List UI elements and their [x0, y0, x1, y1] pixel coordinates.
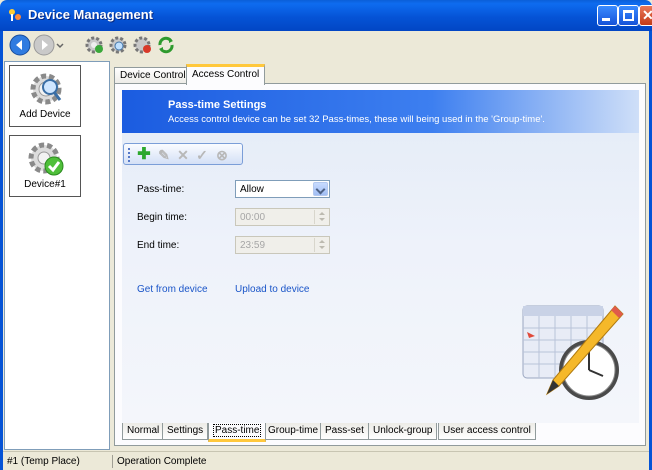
tab-normal[interactable]: Normal — [122, 423, 165, 440]
refresh-icon[interactable] — [155, 34, 177, 56]
pass-time-value: Allow — [240, 184, 264, 195]
title-bar: Device Management ✕ — [0, 0, 652, 31]
tab-group-time[interactable]: Group-time — [263, 423, 324, 440]
begin-time-spinner[interactable] — [314, 210, 328, 224]
get-from-device-link[interactable]: Get from device — [137, 284, 208, 295]
begin-time-input[interactable]: 00:00 — [235, 208, 330, 226]
window-title: Device Management — [28, 7, 153, 22]
forward-arrow-icon[interactable] — [33, 34, 55, 56]
window-frame-left — [0, 31, 3, 470]
tab-pass-time[interactable]: Pass-time — [208, 423, 267, 442]
begin-time-value: 00:00 — [240, 212, 266, 223]
end-time-label: End time: — [137, 240, 180, 251]
add-device-label: Add Device — [19, 109, 71, 120]
section-header: Pass-time Settings Access control device… — [122, 90, 639, 133]
calendar-clock-icon — [522, 305, 624, 400]
close-icon: ✕ — [642, 7, 652, 23]
maximize-button[interactable] — [618, 5, 639, 26]
tab-user-access-control[interactable]: User access control — [438, 423, 536, 440]
minimize-icon — [602, 18, 610, 21]
toolbar-grip — [128, 148, 130, 162]
tab-device-control[interactable]: Device Control — [114, 67, 192, 84]
pass-time-select[interactable]: Allow — [235, 180, 330, 198]
main-panel: Device Control Access Control Pass-time … — [112, 61, 648, 450]
status-separator — [112, 455, 113, 468]
back-arrow-icon[interactable] — [9, 34, 31, 56]
end-time-input[interactable]: 23:59 — [235, 236, 330, 254]
minimize-button[interactable] — [597, 5, 618, 26]
search-device-gear-icon[interactable] — [107, 34, 129, 56]
delete-icon[interactable]: ✕ — [175, 147, 191, 163]
cancel-icon[interactable]: ⊗ — [214, 147, 230, 163]
dropdown-arrow-icon[interactable] — [55, 34, 65, 56]
tab-pass-time-label: Pass-time — [213, 424, 262, 437]
end-time-spinner[interactable] — [314, 238, 328, 252]
access-control-tab-body: Pass-time Settings Access control device… — [114, 83, 646, 446]
confirm-icon[interactable]: ✓ — [194, 147, 210, 163]
add-icon[interactable]: ✚ — [136, 147, 152, 163]
device-label: Device#1 — [24, 179, 66, 190]
close-button[interactable]: ✕ — [639, 5, 652, 26]
section-description: Access control device can be set 32 Pass… — [168, 114, 545, 125]
add-device-tile[interactable]: Add Device — [9, 65, 81, 127]
tab-settings[interactable]: Settings — [162, 423, 209, 440]
pass-time-label: Pass-time: — [137, 184, 185, 195]
app-icon — [9, 9, 21, 21]
section-title: Pass-time Settings — [168, 99, 267, 111]
pass-time-toolbar: ✚ ✎ ✕ ✓ ⊗ — [123, 143, 243, 165]
status-message: Operation Complete — [117, 456, 207, 467]
tab-access-control[interactable]: Access Control — [186, 64, 266, 85]
main-toolbar — [0, 31, 652, 59]
begin-time-label: Begin time: — [137, 212, 188, 223]
delete-device-gear-icon[interactable] — [131, 34, 153, 56]
status-place: #1 (Temp Place) — [7, 456, 80, 467]
tab-pass-set[interactable]: Pass-set — [320, 423, 369, 440]
edit-icon[interactable]: ✎ — [156, 147, 172, 163]
upload-to-device-link[interactable]: Upload to device — [235, 284, 310, 295]
status-bar: #1 (Temp Place) Operation Complete — [3, 451, 649, 470]
end-time-value: 23:59 — [240, 240, 266, 251]
gear-magnifier-icon — [30, 73, 62, 105]
device-tile[interactable]: Device#1 — [9, 135, 81, 197]
device-list-panel: Add Device Device#1 — [4, 61, 110, 450]
gear-check-icon — [28, 142, 64, 176]
maximize-icon — [623, 10, 634, 21]
tab-unlock-group[interactable]: Unlock-group — [368, 423, 438, 440]
add-device-gear-icon[interactable] — [83, 34, 105, 56]
chevron-down-icon[interactable] — [313, 182, 328, 196]
